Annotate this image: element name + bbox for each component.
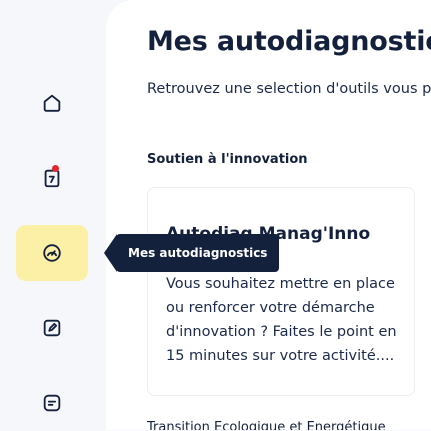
- notification-dot: [52, 165, 59, 172]
- section-title: Soutien à l'innovation: [147, 152, 308, 167]
- page-subtitle: Retrouvez une selection d'outils vous pe: [147, 81, 431, 97]
- sidebar-item-autodiagnostics[interactable]: [16, 225, 88, 281]
- sidebar-item-tools[interactable]: [16, 300, 88, 356]
- main-content: Mes autodiagnostics Retrouvez une select…: [106, 0, 431, 430]
- pen-square-icon: [43, 319, 61, 337]
- chat-icon: [43, 394, 61, 412]
- sidebar-tooltip: Mes autodiagnostics: [116, 234, 280, 272]
- card-description: Vous souhaitez mettre en place ou renfor…: [166, 276, 397, 364]
- diagnostic-card[interactable]: Autodiag Manag'Inno Vous souhaitez mettr…: [147, 187, 415, 396]
- sidebar-item-messages[interactable]: [16, 375, 88, 431]
- next-section-title: Transition Ecologique et Energétique: [147, 420, 386, 430]
- page-title: Mes autodiagnostics: [147, 26, 431, 57]
- home-icon: [43, 94, 61, 112]
- sidebar-item-home[interactable]: [16, 75, 88, 131]
- gauge-icon: [43, 244, 61, 262]
- sidebar-item-documents[interactable]: [16, 150, 88, 206]
- sidebar: [0, 0, 106, 430]
